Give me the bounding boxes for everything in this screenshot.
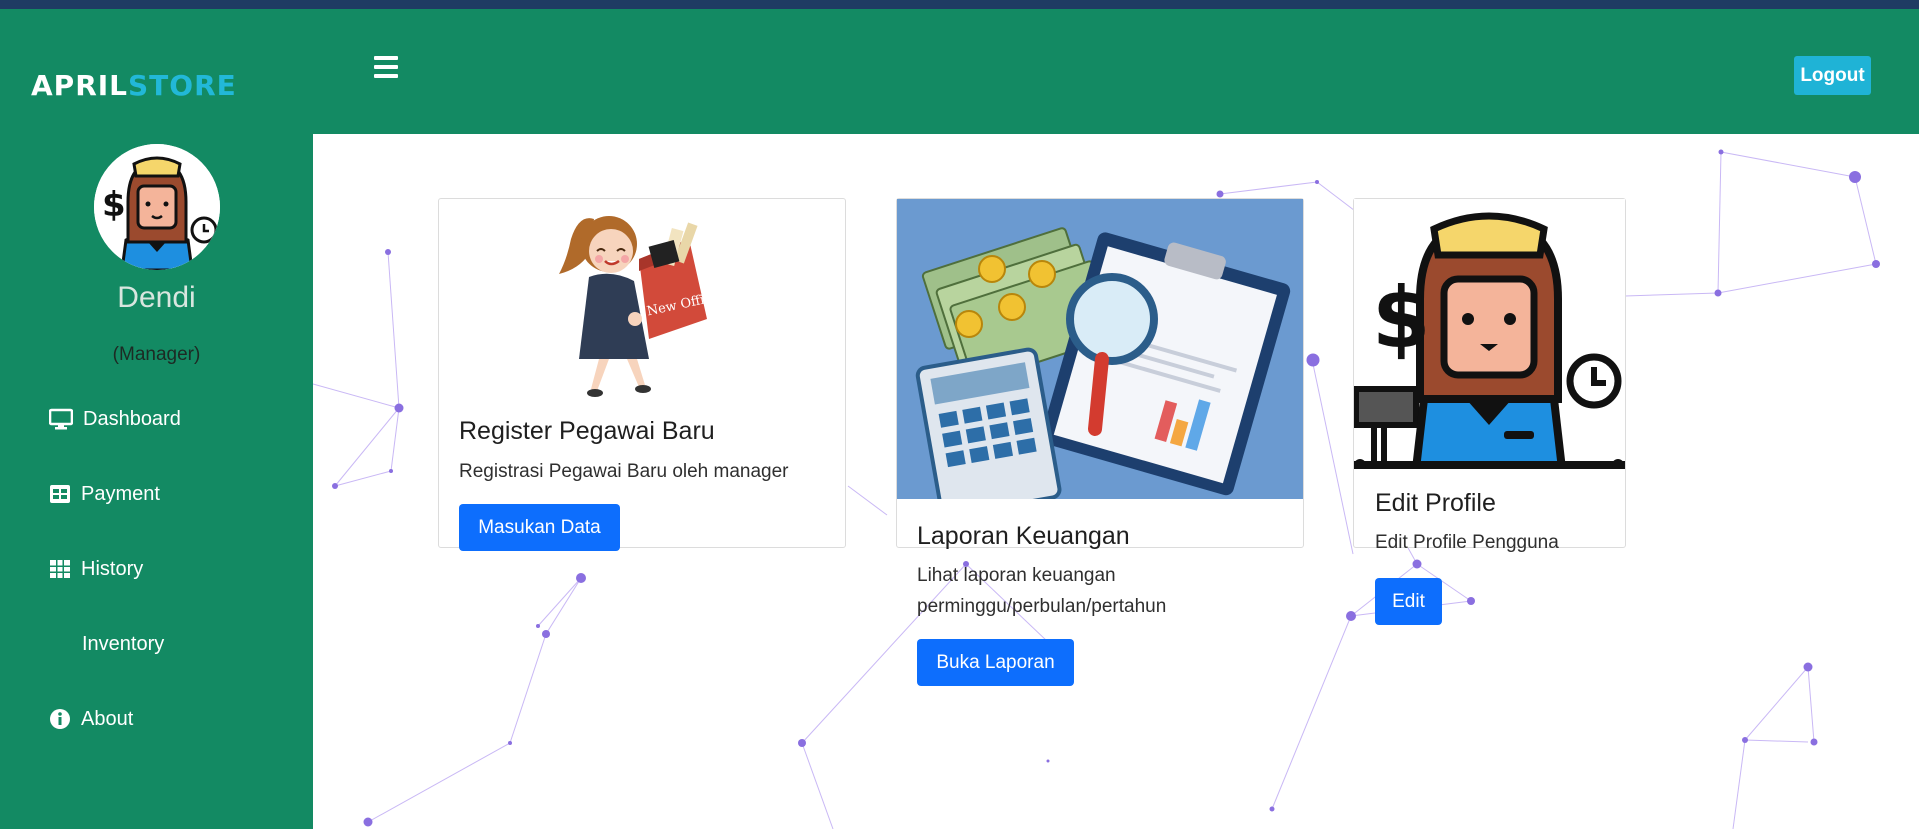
brand-part-2: STORE xyxy=(128,69,237,102)
masukan-data-button[interactable]: Masukan Data xyxy=(459,504,620,551)
sidebar: APRILSTORE $ Dendi (Manager) Dashboard P… xyxy=(0,9,313,829)
user-role: (Manager) xyxy=(112,344,201,365)
sidebar-item-label: Dashboard xyxy=(83,407,181,430)
sidebar-item-label: History xyxy=(81,557,144,580)
top-navbar xyxy=(313,9,1919,134)
sidebar-item-dashboard[interactable]: Dashboard xyxy=(49,399,181,439)
sidebar-item-about[interactable]: About xyxy=(49,699,133,739)
card-laporan: Laporan Keuangan Lihat laporan keuangan … xyxy=(896,198,1304,686)
financial-report-illustration xyxy=(897,199,1303,499)
grid-icon xyxy=(50,560,70,578)
hamburger-menu-icon[interactable] xyxy=(374,56,398,78)
card-register: New Office Register Pegawai Baru Registr… xyxy=(438,198,846,551)
card-text-line-2: perminggu/perbulan/pertahun xyxy=(917,596,1167,617)
cashier-avatar-illustration: $ xyxy=(1354,199,1625,469)
sidebar-item-label: About xyxy=(81,707,134,730)
card-text: Edit Profile Pengguna xyxy=(1375,532,1559,553)
sidebar-item-history[interactable]: History xyxy=(49,549,143,589)
card-text-line-1: Lihat laporan keuangan xyxy=(917,565,1116,586)
card-title: Edit Profile xyxy=(1375,489,1496,517)
logout-button[interactable]: Logout xyxy=(1794,56,1871,95)
sidebar-item-payment[interactable]: Payment xyxy=(49,474,160,514)
user-name: Dendi xyxy=(117,281,196,314)
card-title: Laporan Keuangan xyxy=(917,522,1130,550)
brand-part-1: APRIL xyxy=(31,69,129,102)
svg-text:$: $ xyxy=(102,185,126,225)
top-strip xyxy=(0,0,1919,9)
buka-laporan-button[interactable]: Buka Laporan xyxy=(917,639,1074,686)
office-worker-illustration: New Office xyxy=(559,216,721,397)
sidebar-item-inventory[interactable]: Inventory xyxy=(49,624,164,664)
brand-logo[interactable]: APRILSTORE xyxy=(31,69,237,102)
sidebar-item-label: Inventory xyxy=(82,632,165,655)
info-icon xyxy=(50,709,70,729)
edit-button[interactable]: Edit xyxy=(1375,578,1442,625)
table-icon xyxy=(50,485,70,503)
monitor-icon xyxy=(49,408,73,430)
card-text: Registrasi Pegawai Baru oleh manager xyxy=(459,461,789,482)
svg-text:$: $ xyxy=(1372,269,1430,367)
card-edit-profile: $ Edit Profile Edit Profile Pengguna Edi… xyxy=(1353,198,1626,625)
sidebar-item-label: Payment xyxy=(81,482,160,505)
card-title: Register Pegawai Baru xyxy=(459,417,715,445)
avatar: $ xyxy=(94,144,220,270)
